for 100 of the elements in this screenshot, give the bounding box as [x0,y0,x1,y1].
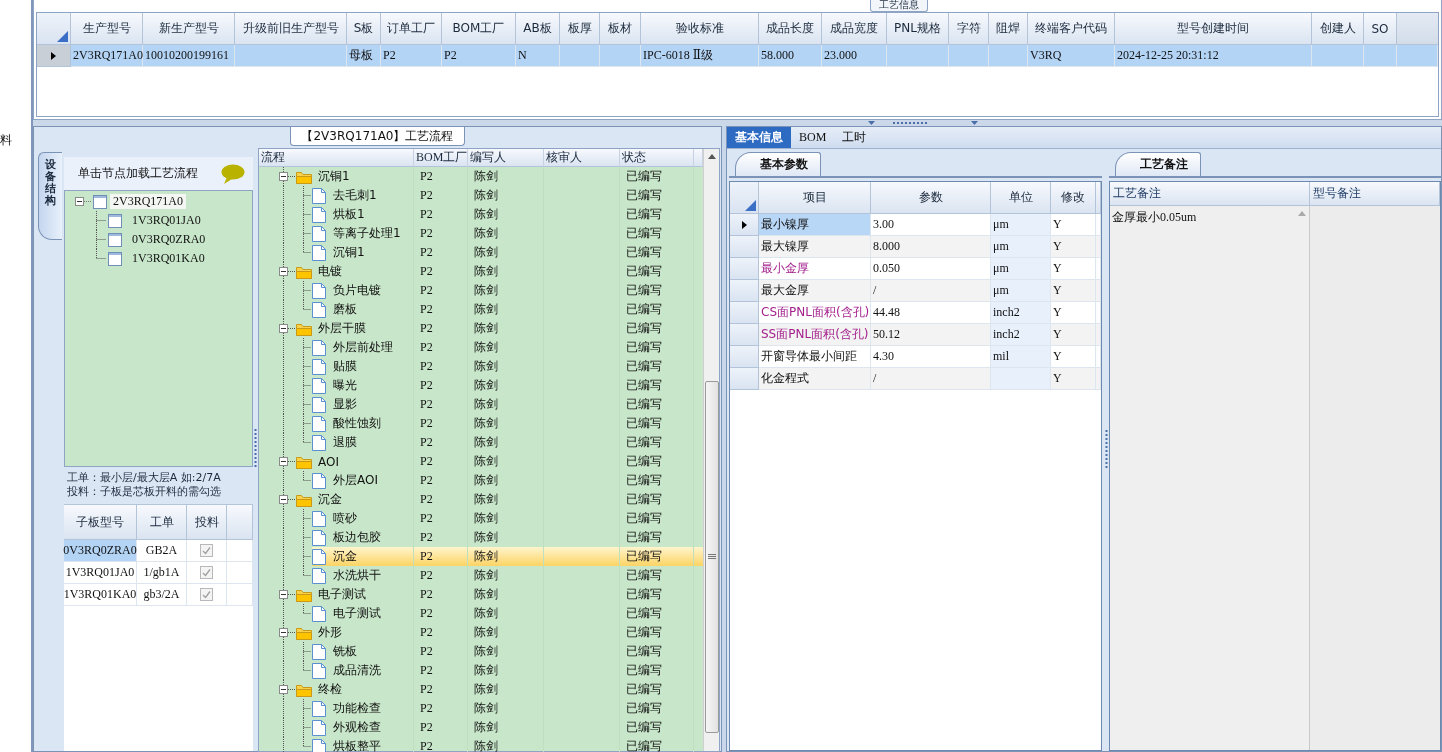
tree-row[interactable]: 外形 P2 陈剑 已编写 [259,623,703,642]
scrollbar[interactable] [703,149,719,751]
splitter-handle[interactable] [1104,430,1108,470]
column-header[interactable]: 单位 [991,182,1051,214]
column-header[interactable]: 板厚 [560,13,600,45]
tree-row[interactable]: 烘板整平 P2 陈剑 已编写 [259,737,703,752]
column-header[interactable]: 字符 [949,13,989,45]
tree-row[interactable]: 外层前处理 P2 陈剑 已编写 [259,338,703,357]
column-header[interactable]: 项目 [759,182,871,214]
tree-row[interactable]: 酸性蚀刻 P2 陈剑 已编写 [259,414,703,433]
tree-node[interactable]: 1V3RQ01KA0 [129,251,208,266]
column-header[interactable]: 流程 [259,149,414,167]
tree-row[interactable]: 贴膜 P2 陈剑 已编写 [259,357,703,376]
tree-row[interactable]: 喷砂 P2 陈剑 已编写 [259,509,703,528]
column-header[interactable]: 工单 [137,505,187,540]
tree-row[interactable]: 曝光 P2 陈剑 已编写 [259,376,703,395]
tree-row[interactable]: 电镀 P2 陈剑 已编写 [259,262,703,281]
column-header[interactable]: 参数 [871,182,991,214]
checkbox[interactable] [200,588,213,601]
tree-row[interactable]: 终检 P2 陈剑 已编写 [259,680,703,699]
column-header[interactable]: 状态 [620,149,694,167]
tab[interactable]: 工时 [834,127,875,148]
column-header[interactable]: S板 [347,13,381,45]
tab[interactable]: BOM [791,127,835,148]
tab[interactable]: 基本信息 [727,127,791,148]
column-header[interactable]: 投料 [187,505,227,540]
collapse-icon[interactable] [279,495,288,504]
collapse-icon[interactable] [279,685,288,694]
collapse-icon[interactable] [279,628,288,637]
column-header[interactable]: PNL规格 [887,13,949,45]
column-header[interactable]: BOM工厂 [442,13,516,45]
tree-row[interactable]: 外层干膜 P2 陈剑 已编写 [259,319,703,338]
column-header[interactable]: 成品宽度 [822,13,887,45]
panel-tab[interactable]: 基本参数 [735,152,821,176]
tree-row[interactable]: 沉金 P2 陈剑 已编写 [259,490,703,509]
tree-row[interactable]: 等离子处理1 P2 陈剑 已编写 [259,224,703,243]
tree-row[interactable]: 水洗烘干 P2 陈剑 已编写 [259,566,703,585]
column-header[interactable]: 验收标准 [641,13,759,45]
collapse-icon[interactable] [279,172,288,181]
tree-row[interactable]: 成品清洗 P2 陈剑 已编写 [259,661,703,680]
column-header[interactable]: 订单工厂 [381,13,442,45]
tree-row[interactable]: AOI P2 陈剑 已编写 [259,452,703,471]
column-header[interactable]: 升级前旧生产型号 [235,13,347,45]
tree-row[interactable]: 磨板 P2 陈剑 已编写 [259,300,703,319]
tree-row[interactable]: 负片电镀 P2 陈剑 已编写 [259,281,703,300]
table-cell: 8.000 [871,236,991,258]
side-tab[interactable]: 设备结构 [38,152,62,240]
tree-row[interactable]: 电子测试 P2 陈剑 已编写 [259,604,703,623]
tree-line [283,471,284,490]
column-header[interactable]: 编写人 [468,149,544,167]
tree-row[interactable]: 功能检查 P2 陈剑 已编写 [259,699,703,718]
column-header[interactable]: AB板 [516,13,560,45]
table-cell: 已编写 [620,205,694,224]
column-header[interactable]: 型号创建时间 [1115,13,1312,45]
tree-node[interactable]: 2V3RQ171A0 [110,194,186,209]
document-icon [312,472,326,489]
tree-row[interactable]: 烘板1 P2 陈剑 已编写 [259,205,703,224]
column-header[interactable]: 修改 [1051,182,1096,214]
column-header[interactable]: 新生产型号 [143,13,235,45]
tree-row[interactable]: 外层AOI P2 陈剑 已编写 [259,471,703,490]
column-header[interactable]: 终端客户代码 [1028,13,1115,45]
column-header[interactable]: 型号备注 [1310,182,1440,206]
collapse-icon[interactable] [279,590,288,599]
column-header[interactable]: 创建人 [1312,13,1364,45]
column-header[interactable]: 工艺备注 [1110,182,1310,206]
collapse-icon[interactable] [279,267,288,276]
collapse-icon[interactable] [75,197,84,206]
table-cell: IPC-6018 Ⅱ级 [641,45,759,67]
tree-node[interactable]: 1V3RQ01JA0 [129,213,204,228]
table-cell: mil [991,346,1051,368]
column-header[interactable]: 生产型号 [71,13,143,45]
table-cell [1312,45,1364,67]
column-header[interactable]: 阻焊 [989,13,1028,45]
panel-tab[interactable]: 工艺备注 [1115,152,1201,176]
column-header[interactable]: BOM工厂 [414,149,468,167]
row-header [730,324,759,346]
tree-row[interactable]: 退膜 P2 陈剑 已编写 [259,433,703,452]
column-header[interactable]: SO [1364,13,1397,45]
column-header[interactable]: 核审人 [544,149,620,167]
column-header[interactable]: 成品长度 [759,13,822,45]
tree-row[interactable]: 铣板 P2 陈剑 已编写 [259,642,703,661]
tree-row[interactable]: 去毛刺1 P2 陈剑 已编写 [259,186,703,205]
collapse-icon[interactable] [279,457,288,466]
checkbox[interactable] [200,566,213,579]
tree-row[interactable]: 沉铜1 P2 陈剑 已编写 [259,167,703,186]
column-header[interactable]: 子板型号 [64,505,137,540]
node-label: 负片电镀 [333,282,381,299]
table-cell: / [871,368,991,390]
table-cell: 母板 [347,45,381,67]
collapse-icon[interactable] [279,324,288,333]
scrollbar-thumb[interactable] [704,381,719,733]
tree-node[interactable]: 0V3RQ0ZRA0 [129,232,209,247]
column-header[interactable]: 板材 [600,13,641,45]
tree-row[interactable]: 外观检查 P2 陈剑 已编写 [259,718,703,737]
splitter-handle[interactable] [868,120,978,126]
tree-row[interactable]: 显影 P2 陈剑 已编写 [259,395,703,414]
tree-row[interactable]: 电子测试 P2 陈剑 已编写 [259,585,703,604]
tree-row[interactable]: 沉铜1 P2 陈剑 已编写 [259,243,703,262]
checkbox[interactable] [200,544,213,557]
splitter-handle[interactable] [254,429,257,469]
